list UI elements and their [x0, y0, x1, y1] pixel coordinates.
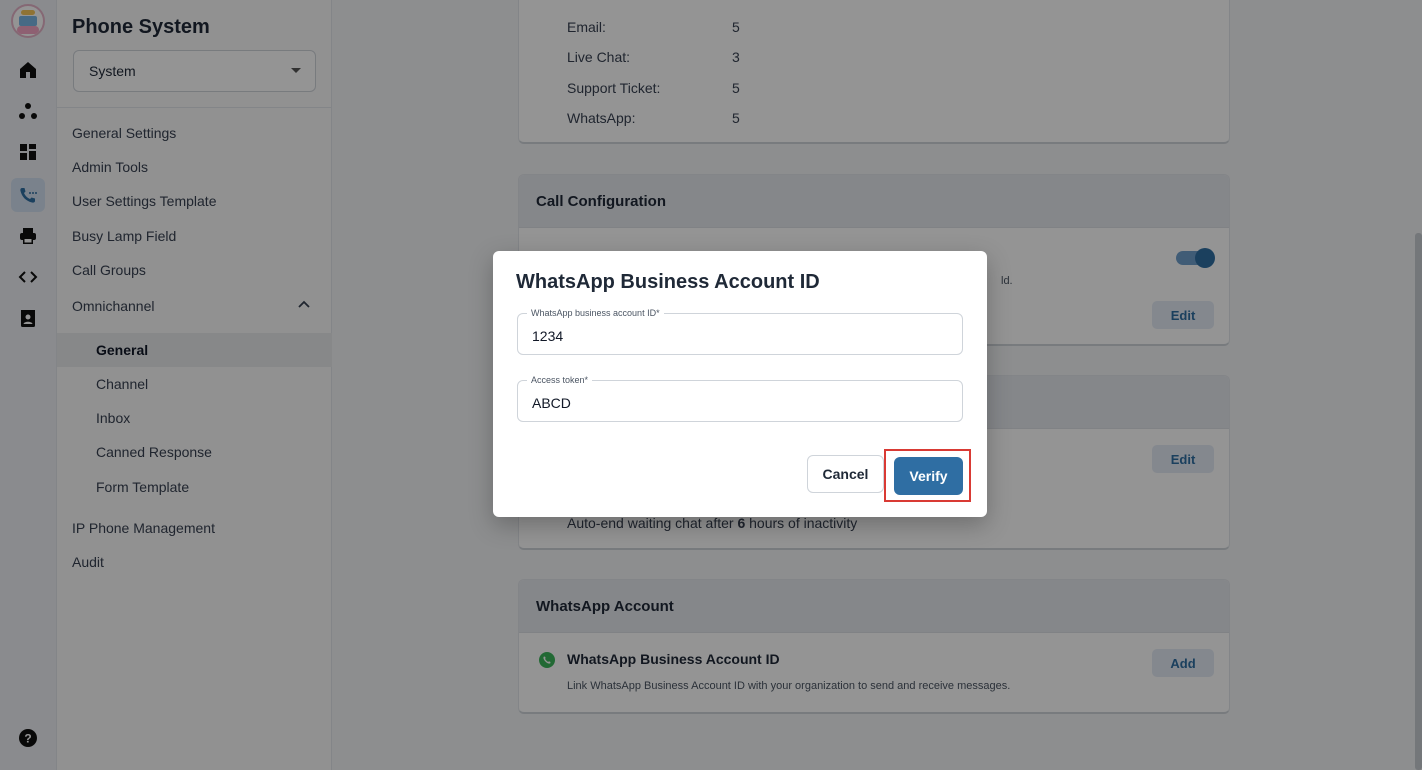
cancel-button[interactable]: Cancel: [807, 455, 884, 493]
access-token-value[interactable]: ABCD: [532, 395, 571, 411]
access-token-label: Access token*: [527, 375, 593, 386]
verify-highlight: Verify: [884, 449, 971, 502]
dialog-title: WhatsApp Business Account ID: [516, 271, 820, 293]
account-id-value[interactable]: 1234: [532, 328, 563, 344]
whatsapp-account-dialog: WhatsApp Business Account ID WhatsApp bu…: [493, 251, 987, 517]
account-id-field[interactable]: WhatsApp business account ID* 1234: [517, 308, 963, 355]
verify-button[interactable]: Verify: [894, 457, 963, 495]
account-id-label: WhatsApp business account ID*: [527, 308, 664, 319]
access-token-field[interactable]: Access token* ABCD: [517, 375, 963, 422]
